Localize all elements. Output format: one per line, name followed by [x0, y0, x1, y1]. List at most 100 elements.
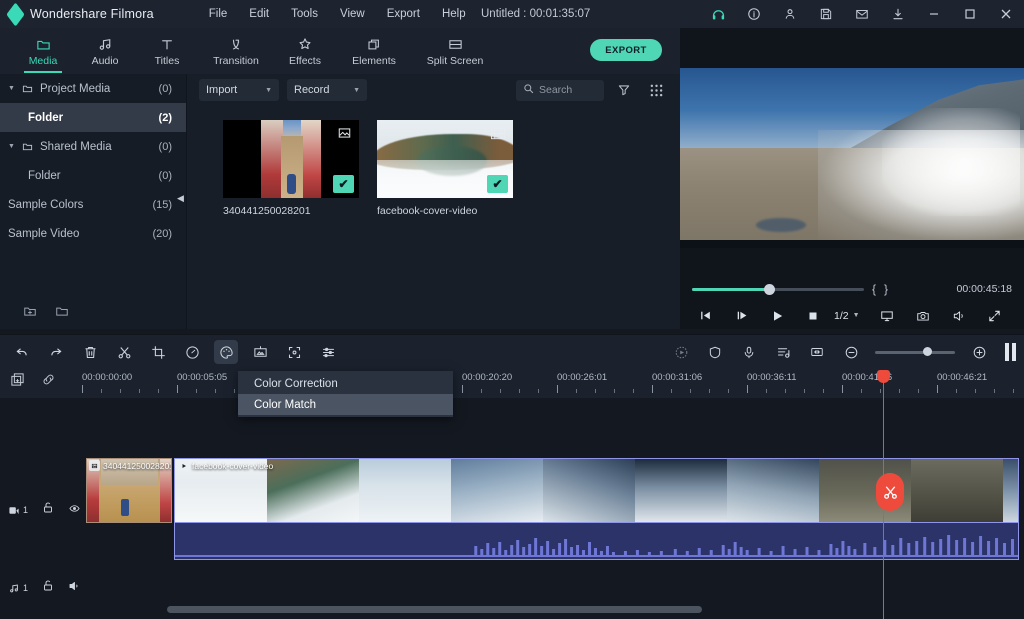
- media-item-video[interactable]: ✔ facebook-cover-video: [377, 120, 513, 217]
- menu-item-color-match[interactable]: Color Match: [238, 394, 453, 415]
- zoom-in-icon[interactable]: [967, 340, 991, 364]
- marker-pause-icon[interactable]: [1005, 343, 1016, 361]
- preview-video-canvas[interactable]: [680, 68, 1024, 248]
- sidebar-item-sample-colors[interactable]: Sample Colors (15): [0, 190, 186, 219]
- delete-trash-icon[interactable]: [78, 340, 102, 364]
- mask-shield-icon[interactable]: [703, 340, 727, 364]
- download-icon[interactable]: [880, 0, 916, 28]
- zoom-slider-knob[interactable]: [923, 347, 932, 356]
- microphone-icon[interactable]: [737, 340, 761, 364]
- snapshot-screen-icon[interactable]: [870, 303, 904, 329]
- close-button[interactable]: [988, 0, 1024, 28]
- folder-icon: [21, 83, 40, 94]
- media-thumbnail[interactable]: ✔: [377, 120, 513, 198]
- tab-transition[interactable]: Transition: [198, 29, 274, 73]
- menu-help[interactable]: Help: [442, 8, 466, 20]
- next-frame-icon[interactable]: [724, 303, 758, 329]
- zoom-out-icon[interactable]: [839, 340, 863, 364]
- speaker-icon[interactable]: [68, 579, 81, 597]
- export-button[interactable]: EXPORT: [590, 39, 662, 61]
- play-icon[interactable]: [760, 303, 794, 329]
- timeline-clip-image[interactable]: 340441250028201: [86, 458, 172, 523]
- tab-media[interactable]: Media: [12, 29, 74, 73]
- new-folder-icon[interactable]: [22, 304, 38, 323]
- media-item-image[interactable]: ✔ 340441250028201: [223, 120, 359, 217]
- search-input[interactable]: [539, 84, 597, 96]
- stop-icon[interactable]: [796, 303, 830, 329]
- seek-knob[interactable]: [764, 284, 775, 295]
- menu-item-color-correction[interactable]: Color Correction: [238, 373, 453, 394]
- info-icon[interactable]: [736, 0, 772, 28]
- fullscreen-icon[interactable]: [978, 303, 1012, 329]
- tab-effects[interactable]: Effects: [274, 29, 336, 73]
- undo-icon[interactable]: [10, 340, 34, 364]
- menu-file[interactable]: File: [209, 8, 228, 20]
- redo-icon[interactable]: [44, 340, 68, 364]
- record-voice-circle-icon[interactable]: [669, 340, 693, 364]
- minimize-button[interactable]: [916, 0, 952, 28]
- selected-check-icon[interactable]: ✔: [487, 175, 508, 193]
- grid-view-icon[interactable]: [644, 78, 668, 102]
- audio-mixer-icon[interactable]: [316, 340, 340, 364]
- search-box[interactable]: [516, 80, 604, 101]
- sidebar-item-sample-video[interactable]: Sample Video (20): [0, 219, 186, 248]
- filmora-window: Wondershare Filmora File Edit Tools View…: [0, 0, 1024, 619]
- timeline-ruler[interactable]: 00:00:00:0000:00:05:0500:00:10:1000:00:1…: [0, 368, 1024, 398]
- playhead-handle[interactable]: [877, 370, 890, 383]
- color-palette-icon[interactable]: [214, 340, 238, 364]
- tab-audio[interactable]: Audio: [74, 29, 136, 73]
- menu-tools[interactable]: Tools: [291, 8, 318, 20]
- split-scissors-icon[interactable]: [112, 340, 136, 364]
- collapse-left-arrow-icon[interactable]: ◀: [177, 193, 186, 204]
- mark-in-button[interactable]: {: [872, 282, 876, 296]
- prev-frame-icon[interactable]: [688, 303, 722, 329]
- tab-split-screen[interactable]: Split Screen: [412, 29, 498, 73]
- timeline-hscroll-thumb[interactable]: [167, 606, 702, 613]
- eye-visible-icon[interactable]: [68, 501, 81, 519]
- ruler-minor-tick: [880, 389, 881, 393]
- save-icon[interactable]: [808, 0, 844, 28]
- green-screen-icon[interactable]: [248, 340, 272, 364]
- volume-icon[interactable]: [942, 303, 976, 329]
- sidebar-item-count: (0): [159, 170, 172, 182]
- playback-rate-dropdown[interactable]: 1/2 ▼: [834, 310, 860, 322]
- import-dropdown[interactable]: Import ▼: [199, 79, 279, 101]
- sidebar-item-shared-folder[interactable]: Folder (0): [0, 161, 186, 190]
- headphone-support-icon[interactable]: [700, 0, 736, 28]
- crop-icon[interactable]: [146, 340, 170, 364]
- timeline-zoom-slider[interactable]: [875, 351, 955, 354]
- maximize-button[interactable]: [952, 0, 988, 28]
- filter-funnel-icon[interactable]: [612, 78, 636, 102]
- ruler-minor-tick: [975, 389, 976, 393]
- timeline-hscrollbar[interactable]: [164, 606, 1024, 613]
- split-clip-button[interactable]: [876, 473, 904, 511]
- fit-timeline-icon[interactable]: [805, 340, 829, 364]
- sidebar-item-project-folder[interactable]: Folder (2): [0, 103, 186, 132]
- mark-out-button[interactable]: }: [884, 282, 888, 296]
- audio-detach-icon[interactable]: [771, 340, 795, 364]
- open-folder-icon[interactable]: [54, 304, 70, 323]
- sidebar-item-project-media[interactable]: ▼ Project Media (0): [0, 74, 186, 103]
- menu-view[interactable]: View: [340, 8, 365, 20]
- preview-seek-slider[interactable]: [692, 288, 864, 291]
- selected-check-icon[interactable]: ✔: [333, 175, 354, 193]
- link-chain-icon[interactable]: [41, 372, 56, 392]
- motion-tracking-icon[interactable]: [282, 340, 306, 364]
- camera-icon[interactable]: [906, 303, 940, 329]
- account-icon[interactable]: [772, 0, 808, 28]
- lock-open-icon[interactable]: [42, 501, 54, 519]
- sidebar-item-shared-media[interactable]: ▼ Shared Media (0): [0, 132, 186, 161]
- timeline-tracks-area[interactable]: 340441250028201: [82, 398, 1024, 619]
- mail-icon[interactable]: [844, 0, 880, 28]
- speed-gauge-icon[interactable]: [180, 340, 204, 364]
- record-dropdown[interactable]: Record ▼: [287, 79, 367, 101]
- lock-open-icon[interactable]: [42, 579, 54, 597]
- menu-edit[interactable]: Edit: [249, 8, 269, 20]
- ruler-minor-tick: [481, 389, 482, 393]
- tab-elements[interactable]: Elements: [336, 29, 412, 73]
- menu-export[interactable]: Export: [387, 8, 420, 20]
- tab-titles[interactable]: Titles: [136, 29, 198, 73]
- media-thumbnail[interactable]: ✔: [223, 120, 359, 198]
- chevron-down-icon: ▼: [265, 87, 272, 94]
- add-marker-icon[interactable]: [10, 372, 25, 392]
